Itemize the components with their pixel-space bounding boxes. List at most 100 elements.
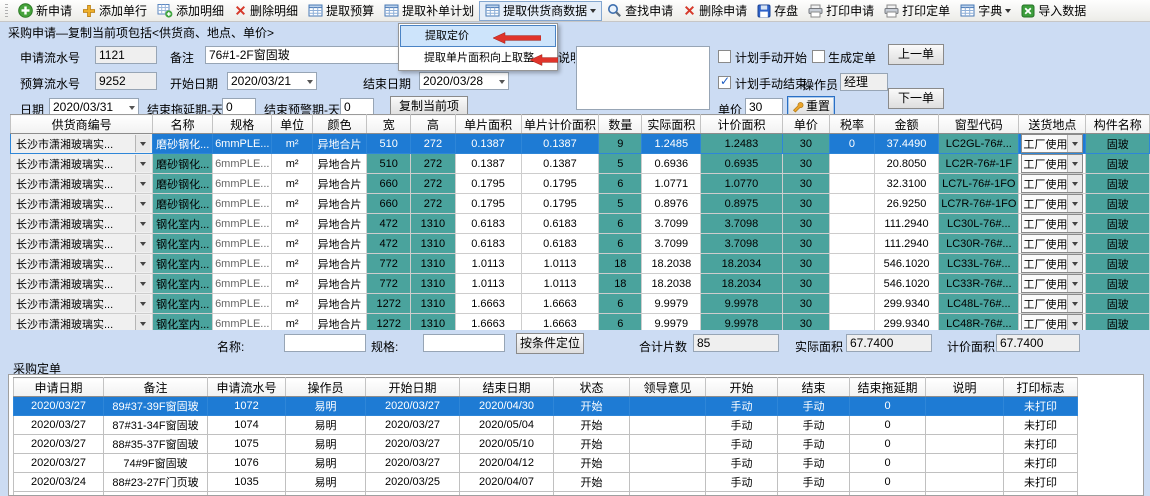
column-header-piece-calc-area-cell[interactable]: 单片计价面积	[521, 115, 599, 134]
leader-opinion-cell[interactable]	[630, 473, 706, 492]
column-header-calc-area-cell[interactable]: 计价面积	[701, 115, 782, 134]
note-cell[interactable]	[926, 397, 1004, 416]
end-date-cell[interactable]: 2020/04/30	[460, 397, 554, 416]
start-date-cell[interactable]	[366, 492, 460, 496]
part-name-cell[interactable]: 固玻	[1086, 274, 1150, 294]
delivery-combo[interactable]: 工厂使用	[1019, 174, 1086, 194]
name-cell[interactable]: 磨砂钢化...	[153, 154, 213, 174]
actual-area-cell[interactable]: 18.2038	[642, 274, 701, 294]
empty-row[interactable]	[14, 492, 1078, 496]
column-header-actual-area-cell[interactable]: 实际面积	[642, 115, 701, 134]
height-cell[interactable]: 1310	[411, 274, 455, 294]
table-row[interactable]: 2020/03/2789#37-39F窗固玻1072易明2020/03/2720…	[14, 397, 1078, 416]
table-row[interactable]: 2020/03/2788#35-37F窗固玻1075易明2020/03/2720…	[14, 435, 1078, 454]
table-row[interactable]: 长沙市潇湘玻璃实...钢化室内...6mmPLE...m²异地合片4721310…	[11, 234, 1150, 254]
table-row[interactable]: 2020/03/2774#9F窗固玻1076易明2020/03/272020/0…	[14, 454, 1078, 473]
end-cell[interactable]: 手动	[778, 397, 850, 416]
supplier-combo[interactable]: 长沙市潇湘玻璃实...	[11, 314, 153, 331]
chevron-down-icon[interactable]	[1067, 315, 1082, 330]
table-row[interactable]: 长沙市潇湘玻璃实...钢化室内...6mmPLE...m²异地合片4721310…	[11, 214, 1150, 234]
chevron-down-icon[interactable]	[135, 195, 150, 212]
qty-cell[interactable]: 18	[599, 254, 642, 274]
supplier-combo[interactable]: 长沙市潇湘玻璃实...	[11, 194, 153, 214]
unit-price-cell[interactable]: 30	[782, 294, 829, 314]
name-cell[interactable]: 钢化室内...	[153, 274, 213, 294]
prev-order-button[interactable]: 上一单	[888, 44, 944, 65]
status-cell[interactable]: 开始	[554, 473, 630, 492]
amount-cell[interactable]: 111.2940	[874, 234, 938, 254]
end-date-cell[interactable]: 2020/04/07	[460, 473, 554, 492]
amount-cell[interactable]: 26.9250	[874, 194, 938, 214]
request-no-cell[interactable]: 1075	[208, 435, 286, 454]
color-cell[interactable]: 异地合片	[312, 314, 366, 331]
unit-cell[interactable]: m²	[272, 294, 312, 314]
window-code-cell[interactable]: LC30R-76#...	[939, 234, 1019, 254]
table-row[interactable]: 长沙市潇湘玻璃实...磨砂钢化...6mmPLE...m²异地合片6602720…	[11, 194, 1150, 214]
manual-end-checkbox[interactable]	[718, 76, 731, 89]
unit-price-cell[interactable]: 30	[782, 234, 829, 254]
part-name-cell[interactable]: 固玻	[1086, 234, 1150, 254]
note-cell[interactable]	[926, 473, 1004, 492]
delivery-combo[interactable]: 工厂使用	[1019, 294, 1086, 314]
tax-rate-cell[interactable]	[830, 154, 875, 174]
status-cell[interactable]: 开始	[554, 416, 630, 435]
chevron-down-icon[interactable]	[1067, 255, 1082, 272]
status-cell[interactable]: 开始	[554, 454, 630, 473]
chevron-down-icon[interactable]	[135, 175, 150, 192]
chevron-down-icon[interactable]	[135, 295, 150, 312]
end-cell[interactable]: 手动	[778, 473, 850, 492]
status-cell[interactable]	[554, 492, 630, 496]
spec-cell[interactable]: 6mmPLE...	[213, 254, 272, 274]
menu-item-extract-pricing[interactable]: 提取定价	[400, 25, 556, 47]
table-row[interactable]: 长沙市潇湘玻璃实...磨砂钢化...6mmPLE...m²异地合片6602720…	[11, 174, 1150, 194]
table-row[interactable]: 长沙市潇湘玻璃实...钢化室内...6mmPLE...m²异地合片1272131…	[11, 314, 1150, 331]
start-date-combo[interactable]: 2020/03/21	[227, 72, 317, 90]
column-header-delivery-combo[interactable]: 送货地点	[1019, 115, 1086, 134]
table-row[interactable]: 长沙市潇湘玻璃实...钢化室内...6mmPLE...m²异地合片1272131…	[11, 294, 1150, 314]
color-cell[interactable]: 异地合片	[312, 194, 366, 214]
calc-area-cell[interactable]: 9.9978	[701, 314, 782, 331]
height-cell[interactable]: 272	[411, 134, 455, 154]
unit-price-cell[interactable]: 30	[782, 254, 829, 274]
end-delay-cell[interactable]: 0	[850, 397, 926, 416]
window-code-cell[interactable]: LC30L-76#...	[939, 214, 1019, 234]
operator-cell[interactable]	[286, 492, 366, 496]
request-no-cell[interactable]: 1074	[208, 416, 286, 435]
tax-rate-cell[interactable]	[830, 274, 875, 294]
unit-cell[interactable]: m²	[272, 254, 312, 274]
part-name-cell[interactable]: 固玻	[1086, 214, 1150, 234]
color-cell[interactable]: 异地合片	[312, 294, 366, 314]
actual-area-cell[interactable]: 1.2485	[642, 134, 701, 154]
chevron-down-icon[interactable]	[1067, 155, 1082, 172]
toolbar-button-print-request[interactable]: 打印申请	[803, 1, 879, 21]
toolbar-button-add-detail[interactable]: 添加明细	[152, 1, 229, 21]
chevron-down-icon[interactable]	[1067, 135, 1082, 152]
end-delay-cell[interactable]: 0	[850, 454, 926, 473]
height-cell[interactable]: 1310	[411, 294, 455, 314]
operator-cell[interactable]: 易明	[286, 416, 366, 435]
calc-area-cell[interactable]: 0.6935	[701, 154, 782, 174]
amount-cell[interactable]: 20.8050	[874, 154, 938, 174]
amount-cell[interactable]: 37.4490	[874, 134, 938, 154]
actual-area-cell[interactable]: 3.7099	[642, 214, 701, 234]
remark-cell[interactable]: 88#35-37F窗固玻	[104, 435, 208, 454]
height-cell[interactable]: 272	[411, 174, 455, 194]
actual-area-cell[interactable]: 9.9979	[642, 314, 701, 331]
remark-cell[interactable]: 87#31-34F窗固玻	[104, 416, 208, 435]
piece-area-cell[interactable]: 1.6663	[455, 294, 521, 314]
color-cell[interactable]: 异地合片	[312, 214, 366, 234]
column-header-spec-cell[interactable]: 规格	[213, 115, 272, 134]
column-header-request-no-cell[interactable]: 申请流水号	[208, 378, 286, 397]
request-no-cell[interactable]: 1076	[208, 454, 286, 473]
chevron-down-icon[interactable]	[135, 155, 150, 172]
name-cell[interactable]: 钢化室内...	[153, 234, 213, 254]
print-flag-cell[interactable]: 未打印	[1004, 473, 1078, 492]
column-header-height-cell[interactable]: 高	[411, 115, 455, 134]
piece-calc-area-cell[interactable]: 0.1387	[521, 154, 599, 174]
tax-rate-cell[interactable]	[830, 214, 875, 234]
window-code-cell[interactable]: LC48R-76#...	[939, 314, 1019, 331]
remark-cell[interactable]: 88#23-27F门页玻	[104, 473, 208, 492]
column-header-leader-opinion-cell[interactable]: 领导意见	[630, 378, 706, 397]
chevron-down-icon[interactable]	[135, 235, 150, 252]
unit-price-cell[interactable]: 30	[782, 194, 829, 214]
